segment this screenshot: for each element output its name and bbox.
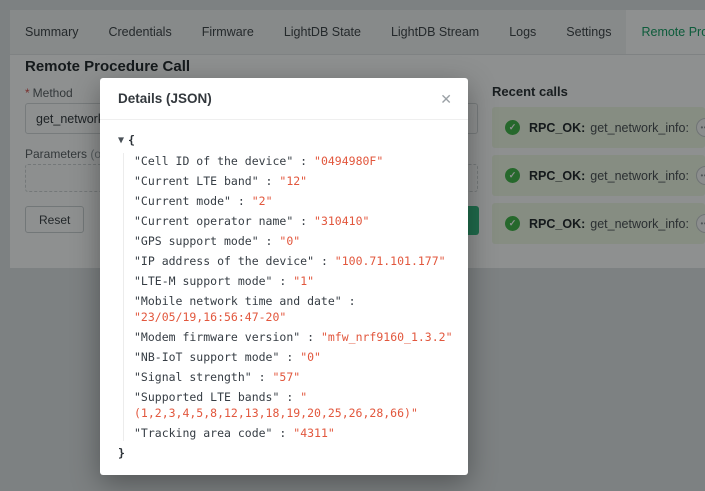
close-icon[interactable]: ✕: [440, 92, 452, 106]
json-entry: "Mobile network time and date" : "23/05/…: [134, 293, 460, 325]
chevron-down-icon[interactable]: ▼: [118, 133, 124, 149]
open-brace: {: [128, 133, 135, 147]
json-entry: "LTE-M support mode" : "1": [134, 273, 460, 289]
close-brace: }: [118, 445, 460, 461]
json-entry: "Current LTE band" : "12": [134, 173, 460, 189]
json-entry: "Current operator name" : "310410": [134, 213, 460, 229]
json-entry: "Supported LTE bands" : "(1,2,3,4,5,8,12…: [134, 389, 460, 421]
json-entry: "Modem firmware version" : "mfw_nrf9160_…: [134, 329, 460, 345]
json-entry: "Current mode" : "2": [134, 193, 460, 209]
json-entries: "Cell ID of the device" : "0494980F" "Cu…: [123, 153, 460, 441]
json-entry: "Signal strength" : "57": [134, 369, 460, 385]
json-entry: "Tracking area code" : "4311": [134, 425, 460, 441]
json-entry: "GPS support mode" : "0": [134, 233, 460, 249]
json-entry: "Cell ID of the device" : "0494980F": [134, 153, 460, 169]
json-viewer: ▼{ "Cell ID of the device" : "0494980F" …: [100, 120, 468, 461]
json-entry: "IP address of the device" : "100.71.101…: [134, 253, 460, 269]
modal-title: Details (JSON): [118, 91, 440, 106]
json-entry: "NB-IoT support mode" : "0": [134, 349, 460, 365]
modal-header: Details (JSON) ✕: [100, 78, 468, 120]
json-root-row: ▼{: [118, 132, 460, 149]
details-json-modal: Details (JSON) ✕ ▼{ "Cell ID of the devi…: [100, 78, 468, 475]
